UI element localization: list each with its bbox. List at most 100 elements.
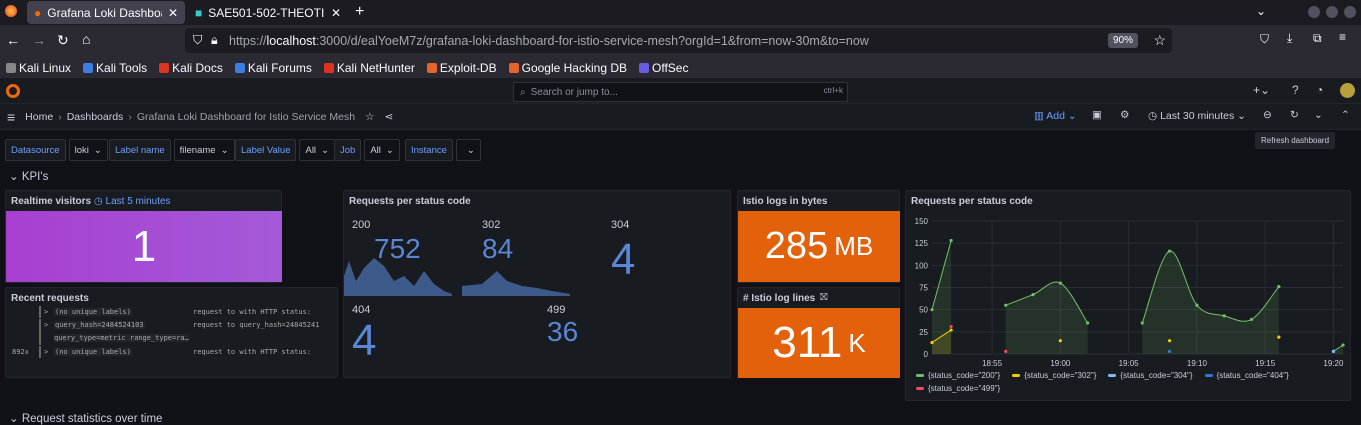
variable-select[interactable]: All ⌄ — [364, 139, 400, 161]
expand-icon[interactable]: > — [44, 348, 48, 356]
y-tick-label: 25 — [919, 328, 928, 337]
breadcrumb: ≡ Home › Dashboards › Grafana Loki Dashb… — [0, 104, 1361, 130]
maximize-button[interactable] — [1326, 6, 1338, 18]
y-tick-label: 100 — [915, 261, 929, 270]
close-window-button[interactable] — [1344, 6, 1356, 18]
bookmark-item[interactable]: Google Hacking DB — [508, 61, 627, 75]
log-line[interactable]: > (no unique labels) request to with HTTP … — [6, 306, 336, 320]
panel-status-chart: Requests per status code 0 25 50 75 100 125 15… — [905, 190, 1351, 401]
download-icon[interactable]: ⤓ — [1287, 31, 1292, 46]
stat-value: 1 — [6, 211, 282, 282]
variable-select[interactable]: loki ⌄ — [68, 139, 108, 161]
data-point — [949, 328, 953, 332]
star-icon[interactable]: ☆ — [1153, 32, 1166, 49]
stat-label: 200 — [352, 219, 371, 231]
time-picker[interactable]: ◷ Last 30 minutes ⌄ — [1148, 110, 1246, 122]
search-icon: ⌕ — [520, 86, 526, 98]
chevron-down-icon[interactable]: ⌄ — [1314, 109, 1323, 121]
legend-swatch — [1204, 374, 1213, 377]
data-point — [1195, 303, 1199, 307]
expand-icon[interactable]: > — [44, 321, 48, 329]
panel-realtime-visitors: Realtime visitors ◷ Last 5 minutes 1 — [5, 190, 282, 283]
x-tick-label: 19:20 — [1323, 359, 1344, 368]
expand-icon[interactable]: > — [44, 308, 48, 316]
legend-item[interactable]: {status_code="200"} — [916, 371, 1000, 380]
refresh-icon[interactable]: ↻ — [1290, 109, 1299, 121]
pocket-icon[interactable]: ⛉ — [1260, 32, 1269, 47]
plus-icon[interactable]: +⌄ — [1253, 83, 1270, 97]
variable-select[interactable]: ⌄ — [455, 139, 481, 161]
tab-sae[interactable]: ■ SAE501-502-THEOTIME- ✕ — [188, 1, 348, 24]
stat-value: 4 — [611, 235, 636, 284]
legend-swatch — [916, 374, 924, 377]
zoom-out-icon[interactable]: ⊖ — [1263, 109, 1272, 121]
bookmark-item[interactable]: OffSec — [639, 61, 688, 75]
search-input[interactable]: ⌕ Search or jump to... ctrl+k — [513, 82, 848, 102]
extensions-icon[interactable]: ⧉ — [1313, 31, 1322, 46]
panel-status-stats: Requests per status code 200 752 302 84 304 4… — [343, 190, 731, 378]
close-icon[interactable]: ✕ — [168, 6, 178, 20]
bookmark-item[interactable]: Kali Tools — [83, 61, 147, 75]
data-point — [1167, 339, 1172, 343]
breadcrumb-home[interactable]: Home — [25, 111, 53, 123]
reload-icon[interactable]: ↻ — [57, 32, 69, 49]
minimize-button[interactable] — [1308, 6, 1320, 18]
forward-icon[interactable]: → — [32, 32, 46, 48]
menu-icon[interactable]: ≡ — [7, 109, 15, 125]
bookmark-icon — [639, 62, 649, 73]
x-tick-label: 19:05 — [1119, 359, 1140, 368]
legend-item[interactable]: {status_code="404"} — [1204, 371, 1289, 380]
breadcrumb-dashboards[interactable]: Dashboards — [67, 111, 124, 123]
x-tick-label: 18:55 — [982, 359, 1003, 368]
grafana-icon: ● — [34, 5, 42, 20]
y-tick-label: 125 — [915, 239, 929, 248]
row-request-stats[interactable]: ⌄ Request statistics over time — [9, 411, 162, 425]
log-line[interactable]: 892x > (no unique labels) request to with H… — [6, 346, 336, 360]
menu-icon[interactable]: ≡ — [1339, 30, 1346, 44]
row-kpis[interactable]: ⌄ KPI's — [9, 169, 48, 183]
firefox-icon[interactable] — [5, 5, 17, 17]
chevron-down-icon[interactable]: ⌄ — [1256, 4, 1266, 18]
avatar[interactable] — [1340, 83, 1355, 98]
lock-icon: 🔒︎ — [211, 33, 218, 47]
close-icon[interactable]: ✕ — [331, 6, 341, 20]
stat-value: 36 — [547, 316, 579, 347]
bookmark-item[interactable]: Kali Linux — [6, 61, 71, 75]
log-line[interactable]: > query_hash=2484524103 query_type=metric … — [6, 319, 336, 345]
tab-grafana[interactable]: ● Grafana Loki Dashboard f ✕ — [27, 1, 185, 24]
data-point — [1140, 321, 1144, 325]
data-point — [1277, 285, 1281, 289]
back-icon[interactable]: ← — [6, 32, 20, 48]
zoom-badge[interactable]: 90% — [1107, 33, 1138, 48]
data-point — [1167, 349, 1172, 353]
url-bar[interactable]: ⛉ 🔒︎ https://localhost:3000/d/ealYoeM7z/… — [185, 28, 1172, 53]
add-button[interactable]: ▥ Add ⌄ — [1034, 110, 1077, 122]
rss-icon[interactable]: ◔ — [1316, 83, 1323, 97]
help-icon[interactable]: ? — [1292, 83, 1299, 97]
variable-label-value: Label Value All ⌄ — [235, 139, 336, 161]
share-icon[interactable]: ⋖ — [385, 111, 394, 123]
home-icon[interactable]: ⌂ — [82, 31, 90, 47]
bookmark-item[interactable]: Kali Forums — [234, 61, 312, 75]
data-point — [1004, 303, 1008, 307]
chevron-up-icon[interactable]: ⌃ — [1341, 109, 1350, 121]
variable-select[interactable]: filename ⌄ — [173, 139, 235, 161]
stat-label: 302 — [482, 219, 501, 231]
grafana-logo-icon[interactable] — [6, 84, 20, 98]
bookmark-item[interactable]: Kali NetHunter — [323, 61, 415, 75]
new-tab-icon[interactable]: + — [355, 3, 364, 21]
save-icon[interactable]: ▣ — [1092, 109, 1102, 121]
legend-item[interactable]: {status_code="302"} — [1012, 371, 1096, 380]
gear-icon[interactable]: ⚙ — [1120, 109, 1129, 121]
bookmark-item[interactable]: Kali Docs — [159, 61, 223, 75]
shield-icon: ⛉ — [193, 33, 203, 47]
variable-select[interactable]: All ⌄ — [299, 139, 336, 161]
bookmarks-bar: Kali Linux Kali Tools Kali Docs Kali Forums… — [0, 57, 1361, 79]
star-icon[interactable]: ☆ — [365, 111, 374, 123]
bookmark-item[interactable]: Exploit-DB — [426, 61, 497, 75]
page-title: Grafana Loki Dashboard for Istio Service… — [136, 110, 356, 123]
variable-label-name: Label name filename ⌄ — [109, 139, 235, 161]
legend-item[interactable]: {status_code="499"} — [916, 384, 1000, 393]
chevron-down-icon: ⌄ — [93, 144, 102, 156]
legend-item[interactable]: {status_code="304"} — [1108, 371, 1193, 380]
